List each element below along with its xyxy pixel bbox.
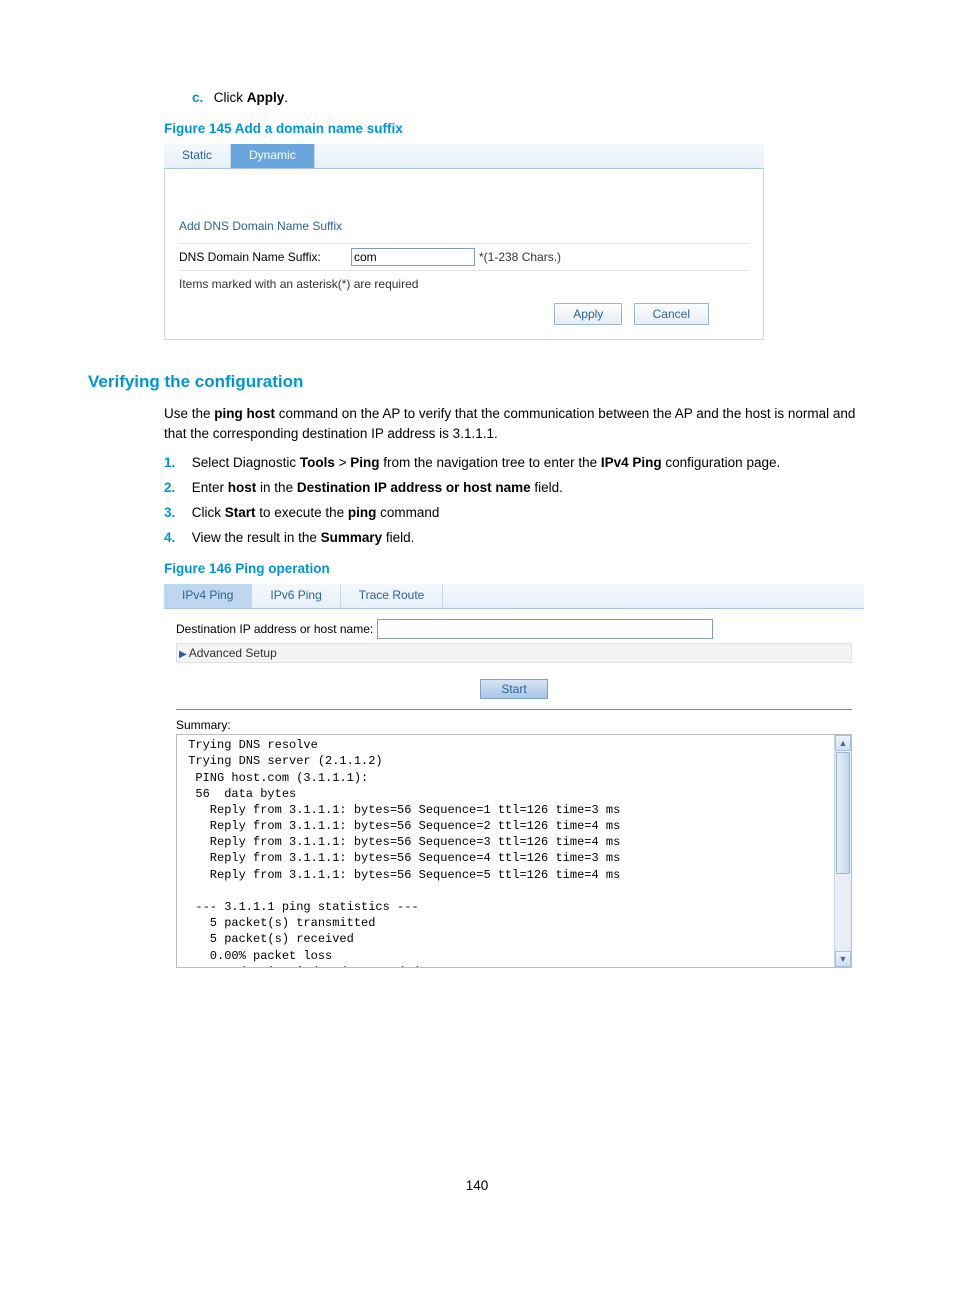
tab-ipv6-ping[interactable]: IPv6 Ping — [252, 584, 340, 608]
tab-static[interactable]: Static — [164, 144, 231, 168]
dest-input[interactable] — [377, 619, 713, 639]
dest-label: Destination IP address or host name: — [176, 622, 373, 636]
fig145-heading: Add DNS Domain Name Suffix — [179, 219, 749, 233]
dest-row: Destination IP address or host name: — [176, 619, 852, 639]
cancel-button[interactable]: Cancel — [634, 303, 709, 325]
dns-suffix-hint: *(1-238 Chars.) — [479, 250, 561, 264]
step-3: 3. Click Start to execute the ping comma… — [164, 505, 866, 520]
step-4: 4. View the result in the Summary field. — [164, 530, 866, 545]
scroll-up-icon[interactable]: ▲ — [835, 735, 851, 751]
summary-label: Summary: — [176, 718, 852, 732]
summary-box: Trying DNS resolve Trying DNS server (2.… — [176, 734, 852, 968]
step-c-post: . — [284, 90, 288, 105]
figure-146-caption: Figure 146 Ping operation — [164, 561, 866, 576]
step-2: 2. Enter host in the Destination IP addr… — [164, 480, 866, 495]
fig145-body: Add DNS Domain Name Suffix DNS Domain Na… — [164, 169, 764, 340]
step-c: c. Click Apply. — [192, 90, 866, 105]
tab-ipv4-ping[interactable]: IPv4 Ping — [164, 584, 252, 608]
step-c-pre: Click — [214, 90, 247, 105]
page-number: 140 — [88, 1178, 866, 1193]
figure-145-caption: Figure 145 Add a domain name suffix — [164, 121, 866, 136]
scroll-down-icon[interactable]: ▼ — [835, 951, 851, 967]
figure-146-panel: IPv4 Ping IPv6 Ping Trace Route Destinat… — [164, 584, 864, 968]
fig146-tab-row: IPv4 Ping IPv6 Ping Trace Route — [164, 584, 864, 609]
start-button[interactable]: Start — [480, 679, 547, 699]
dns-suffix-input[interactable] — [351, 248, 475, 266]
fig145-button-row: Apply Cancel — [179, 303, 749, 325]
advanced-setup-toggle[interactable]: ▶Advanced Setup — [176, 643, 852, 663]
scroll-thumb[interactable] — [836, 752, 850, 874]
start-row: Start — [176, 679, 852, 710]
dns-suffix-row: DNS Domain Name Suffix: *(1-238 Chars.) — [179, 243, 749, 271]
tab-trace-route[interactable]: Trace Route — [341, 584, 444, 608]
summary-output: Trying DNS resolve Trying DNS server (2.… — [177, 735, 834, 967]
step-1: 1. Select Diagnostic Tools > Ping from t… — [164, 455, 866, 470]
dns-suffix-label: DNS Domain Name Suffix: — [179, 250, 351, 264]
summary-scrollbar[interactable]: ▲ ▼ — [834, 735, 851, 967]
apply-button[interactable]: Apply — [554, 303, 622, 325]
required-note: Items marked with an asterisk(*) are req… — [179, 277, 749, 291]
verifying-heading: Verifying the configuration — [88, 372, 866, 392]
step-c-bold: Apply — [247, 90, 285, 105]
ping-body: Destination IP address or host name: ▶Ad… — [164, 609, 864, 968]
step-c-marker: c. — [192, 90, 210, 105]
tab-dynamic[interactable]: Dynamic — [231, 144, 315, 168]
fig145-tab-row: Static Dynamic — [164, 144, 764, 169]
chevron-right-icon: ▶ — [179, 649, 187, 660]
verify-body-text: Use the ping host command on the AP to v… — [164, 404, 866, 443]
figure-145-panel: Static Dynamic Add DNS Domain Name Suffi… — [164, 144, 764, 340]
